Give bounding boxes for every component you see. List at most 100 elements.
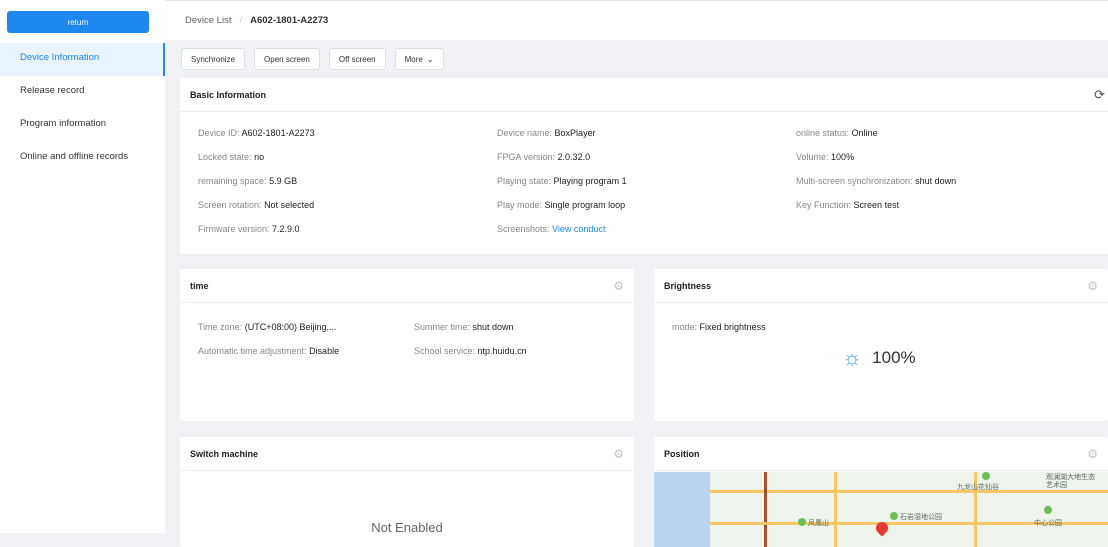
- sidebar-item-program-information[interactable]: Program information: [0, 109, 165, 142]
- field-label: Firmware version:: [198, 224, 270, 234]
- remaining-space-field: remaining space: 5.9 GB: [198, 176, 297, 186]
- location-map[interactable]: 九龙山花仙谷 观澜湖大地生态艺术园 凤凰山 石岩湿地公园 中心公园: [654, 472, 1108, 547]
- field-label: Device ID:: [198, 128, 240, 138]
- field-value: shut down: [915, 176, 957, 186]
- field-value: 7.2.9.0: [272, 224, 300, 234]
- field-value: Disable: [309, 346, 340, 356]
- volume-field: Volume: 100%: [796, 152, 854, 162]
- device-name-field: Device name: BoxPlayer: [497, 128, 596, 138]
- map-water: [654, 472, 710, 547]
- field-value: shut down: [472, 322, 514, 332]
- chevron-down-icon: ⌄: [426, 54, 434, 64]
- screen-rotation-field: Screen rotation: Not selected: [198, 200, 314, 210]
- position-card-header: Position ⚙: [654, 437, 1108, 471]
- info-row: Screen rotation: Not selected Play mode:…: [180, 200, 1108, 214]
- map-label: 中心公园: [1034, 520, 1062, 527]
- breadcrumb: Device List / A602-1801-A2273: [165, 0, 1108, 40]
- switch-machine-card-header: Switch machine ⚙: [180, 437, 634, 471]
- more-dropdown[interactable]: More ⌄: [394, 48, 444, 70]
- brightness-card-header: Brightness ⚙: [654, 269, 1108, 303]
- online-status-field: online status: Online: [796, 128, 878, 138]
- playing-state-field: Playing state: Playing program 1: [497, 176, 627, 186]
- field-label: online status:: [796, 128, 850, 138]
- map-poi-icon: [982, 472, 990, 480]
- synchronize-button[interactable]: Synchronize: [181, 48, 246, 70]
- auto-time-adjust-field: Automatic time adjustment: Disable: [198, 346, 339, 356]
- card-title: Basic Information: [190, 89, 267, 100]
- info-row: remaining space: 5.9 GB Playing state: P…: [180, 176, 1108, 190]
- field-label: Screenshots:: [497, 224, 550, 234]
- key-function-field: Key Function: Screen test: [796, 200, 899, 210]
- card-title: time: [190, 280, 209, 291]
- field-value: BoxPlayer: [554, 128, 596, 138]
- card-title: Position: [664, 448, 700, 459]
- toolbar: Synchronize Open screen Off screen More …: [181, 48, 444, 70]
- map-poi-icon: [798, 518, 806, 526]
- field-value: Screen test: [853, 200, 900, 210]
- sidebar: return Device Information Release record…: [0, 0, 165, 533]
- gear-icon[interactable]: ⚙: [1087, 447, 1098, 461]
- field-label: Device name:: [497, 128, 553, 138]
- field-label: remaining space:: [198, 176, 267, 186]
- screenshot-view-link[interactable]: View: [552, 224, 571, 234]
- position-card: Position ⚙ 九龙山花仙谷 观澜湖大地生态艺术园 凤凰山 石岩湿地公园 …: [654, 437, 1108, 547]
- brightness-display: ☼ 100%: [842, 345, 916, 371]
- field-label: School service:: [414, 346, 476, 356]
- return-button[interactable]: return: [7, 11, 149, 33]
- sidebar-menu: Device Information Release record Progra…: [0, 43, 165, 175]
- basic-information-card: Basic Information ⟳ Device ID: A602-1801…: [180, 78, 1108, 254]
- field-value: 5.9 GB: [269, 176, 298, 186]
- screenshot-conduct-link[interactable]: conduct: [574, 224, 606, 234]
- play-mode-field: Play mode: Single program loop: [497, 200, 625, 210]
- info-row: Device ID: A602-1801-A2273 Device name: …: [180, 128, 1108, 142]
- field-label: Volume:: [796, 152, 829, 162]
- field-value: Playing program 1: [553, 176, 627, 186]
- field-value: A602-1801-A2273: [241, 128, 315, 138]
- field-value: (UTC+08:00) Beijing,...: [244, 322, 337, 332]
- summer-time-field: Summer time: shut down: [414, 322, 514, 332]
- time-card-header: time ⚙: [180, 269, 634, 303]
- field-label: mode:: [672, 322, 698, 332]
- gear-icon[interactable]: ⚙: [613, 447, 624, 461]
- field-label: Key Function:: [796, 200, 852, 210]
- brightness-value: 100%: [872, 348, 916, 367]
- fpga-version-field: FPGA version: 2.0.32.0: [497, 152, 590, 162]
- basic-information-header: Basic Information ⟳: [180, 78, 1108, 112]
- sidebar-item-device-information[interactable]: Device Information: [0, 43, 165, 76]
- field-value: ntp.huidu.cn: [477, 346, 527, 356]
- gear-icon[interactable]: ⚙: [613, 279, 624, 293]
- field-value: Fixed brightness: [699, 322, 766, 332]
- field-value: Not selected: [264, 200, 315, 210]
- time-card: time ⚙ Time zone: (UTC+08:00) Beijing,..…: [180, 269, 634, 421]
- sidebar-item-online-offline-records[interactable]: Online and offline records: [0, 142, 165, 175]
- map-road: [710, 490, 1108, 493]
- field-label: Time zone:: [198, 322, 243, 332]
- sidebar-item-release-record[interactable]: Release record: [0, 76, 165, 109]
- open-screen-button[interactable]: Open screen: [254, 48, 320, 70]
- info-row: Locked state: no FPGA version: 2.0.32.0 …: [180, 152, 1108, 166]
- breadcrumb-current-device: A602-1801-A2273: [250, 15, 329, 26]
- field-label: FPGA version:: [497, 152, 556, 162]
- field-label: Play mode:: [497, 200, 543, 210]
- field-label: Playing state:: [497, 176, 552, 186]
- breadcrumb-device-list[interactable]: Device List: [185, 15, 231, 26]
- field-value: Single program loop: [544, 200, 626, 210]
- field-label: Summer time:: [414, 322, 471, 332]
- info-row: Firmware version: 7.2.9.0 Screenshots: V…: [180, 224, 1108, 238]
- refresh-icon[interactable]: ⟳: [1094, 87, 1105, 103]
- locked-state-field: Locked state: no: [198, 152, 264, 162]
- map-poi-icon: [1044, 506, 1052, 514]
- switch-machine-card: Switch machine ⚙ Not Enabled: [180, 437, 634, 547]
- map-label: 凤凰山: [808, 520, 829, 527]
- brightness-card: Brightness ⚙ mode: Fixed brightness ☼ 10…: [654, 269, 1108, 421]
- map-label: 观澜湖大地生态艺术园: [1046, 474, 1095, 489]
- off-screen-button[interactable]: Off screen: [328, 48, 386, 70]
- map-road: [834, 472, 837, 547]
- map-poi-icon: [890, 512, 898, 520]
- device-id-field: Device ID: A602-1801-A2273: [198, 128, 315, 138]
- field-label: Automatic time adjustment:: [198, 346, 307, 356]
- more-label: More: [404, 54, 423, 64]
- multi-screen-sync-field: Multi-screen synchronization: shut down: [796, 176, 956, 186]
- gear-icon[interactable]: ⚙: [1087, 279, 1098, 293]
- school-service-field: School service: ntp.huidu.cn: [414, 346, 527, 356]
